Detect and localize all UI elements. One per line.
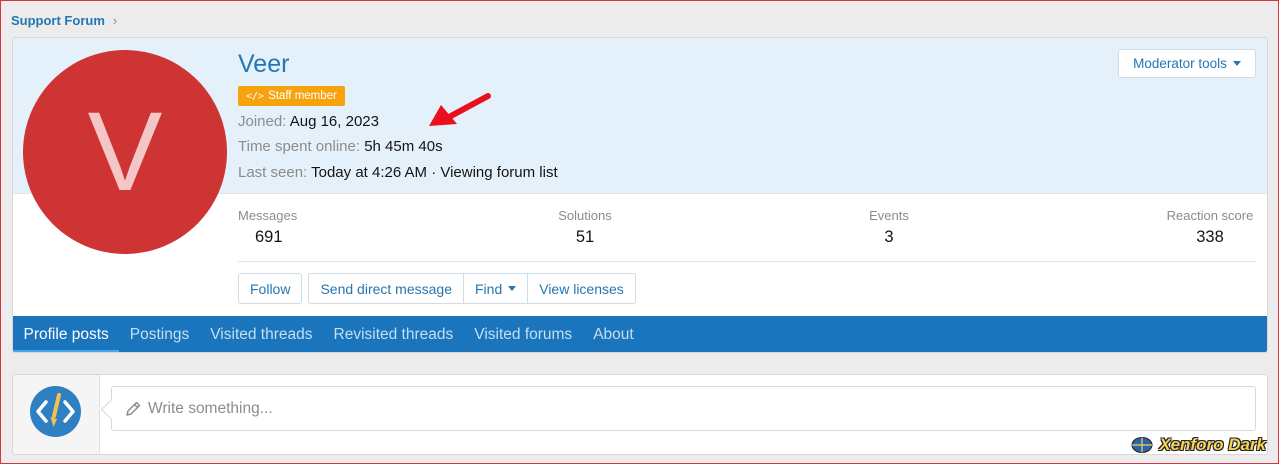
write-something-input[interactable]: Write something... [111,386,1256,431]
joined-label: Joined: [238,113,287,130]
staff-badge-label: Staff member [268,90,337,102]
stat-label: Messages [238,208,298,223]
red-arrow-annotation [429,93,491,126]
code-icon: </> [246,90,265,102]
staff-badge: </> Staff member [238,86,345,106]
tab-about[interactable]: About [583,316,645,352]
stat-solutions[interactable]: Solutions 51 [555,208,615,247]
chevron-right-icon: › [112,13,118,28]
breadcrumb-link-support-forum[interactable]: Support Forum [11,13,105,28]
stat-label: Reaction score [1166,208,1254,223]
write-something-placeholder: Write something... [148,399,273,417]
time-online-label: Time spent online: [238,138,361,155]
follow-button[interactable]: Follow [238,273,303,304]
time-online-line: Time spent online: 5h 45m 40s [238,138,443,155]
breadcrumb: Support Forum › [11,13,117,28]
caret-down-icon [508,286,517,291]
joined-line: Joined: Aug 16, 2023 [238,113,379,130]
last-seen-value: Today at 4:26 AM · Viewing forum list [311,164,558,181]
time-online-value: 5h 45m 40s [364,138,443,155]
profile-card: V Veer </> Staff member Joined: Aug 16, … [12,37,1268,353]
profile-tabs: Profile posts Postings Visited threads R… [13,316,1267,352]
stat-messages[interactable]: Messages 691 [238,208,297,247]
username[interactable]: Veer [238,50,289,79]
avatar-letter: V [87,89,163,214]
find-button[interactable]: Find [464,273,529,304]
view-licenses-button[interactable]: View licenses [528,273,636,304]
profile-actions: Follow Send direct message Find View lic… [238,273,636,304]
profile-post-composer: Write something... [12,374,1268,455]
tab-revisited-threads[interactable]: Revisited threads [323,316,464,352]
avatar[interactable]: V [23,50,227,254]
pencil-icon [126,401,141,416]
joined-value: Aug 16, 2023 [289,113,379,130]
stat-events: Events 3 [864,208,914,247]
tab-visited-threads[interactable]: Visited threads [200,316,323,352]
watermark-text: Xenforo Dark [1159,435,1266,454]
tab-visited-forums[interactable]: Visited forums [464,316,583,352]
find-label: Find [475,280,503,297]
stat-value: 691 [255,228,283,246]
last-seen-line: Last seen: Today at 4:26 AM · Viewing fo… [238,164,558,181]
divider [238,261,1256,262]
stat-reaction-score[interactable]: Reaction score 338 [1163,208,1257,247]
stat-value: 51 [575,228,595,246]
current-user-avatar[interactable] [30,386,81,437]
stat-label: Solutions [558,208,612,223]
tab-postings[interactable]: Postings [119,316,199,352]
caret-down-icon [1232,61,1241,66]
globe-logo-icon [1131,437,1153,453]
last-seen-label: Last seen: [238,164,308,181]
stat-value: 338 [1196,228,1224,246]
code-brush-icon [36,393,75,427]
stat-label: Events [869,208,909,223]
xenforo-dark-watermark: Xenforo Dark [1130,435,1266,455]
send-direct-message-button[interactable]: Send direct message [308,273,464,304]
stat-value: 3 [884,228,894,246]
composer-sidebar [13,375,100,454]
tab-profile-posts[interactable]: Profile posts [13,316,120,352]
moderator-tools-button[interactable]: Moderator tools [1118,49,1256,78]
moderator-tools-label: Moderator tools [1133,56,1227,71]
